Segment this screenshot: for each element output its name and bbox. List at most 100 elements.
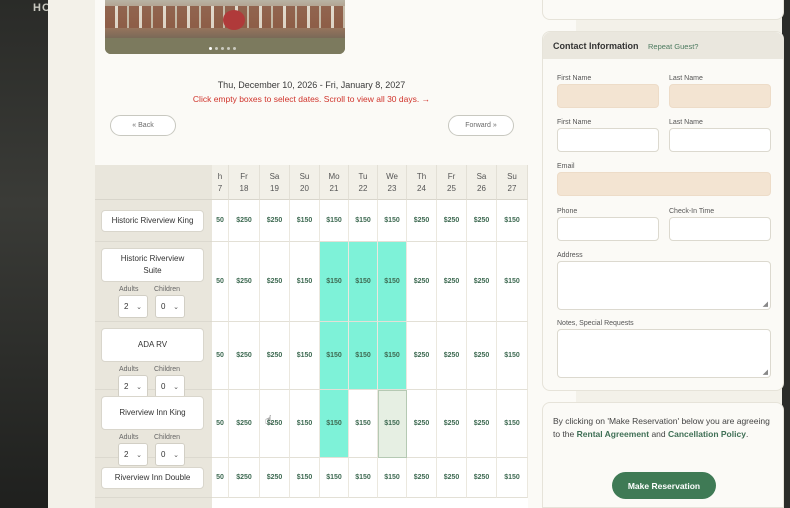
address-textarea[interactable]: ◢ [557, 261, 771, 310]
day-of-week: We [386, 172, 398, 181]
price-cell[interactable]: $150 [290, 390, 320, 458]
make-reservation-button[interactable]: Make Reservation [612, 472, 716, 499]
day-header: Fr 18 [229, 165, 260, 200]
price-cell[interactable]: $150 [320, 242, 349, 322]
children-value: 0 [161, 302, 166, 311]
first-name-input-2[interactable] [557, 128, 659, 152]
price-cell[interactable]: 50 [212, 458, 229, 498]
room-name-button[interactable]: Historic Riverview King [101, 210, 204, 232]
price-cell[interactable]: $250 [407, 242, 437, 322]
checkin-time-input[interactable] [669, 217, 771, 241]
price-cell[interactable]: $150 [349, 390, 378, 458]
price-cell[interactable]: $250 [229, 458, 260, 498]
price-cell[interactable]: $250 [467, 200, 497, 242]
room-row: Riverview Inn King Adults Children 2 ⌄ 0 ⌄ [95, 390, 212, 466]
price-cell[interactable]: $150 [378, 322, 407, 390]
room-name-button[interactable]: Historic Riverview Suite [101, 248, 204, 282]
last-name-input-2[interactable] [669, 128, 771, 152]
children-select[interactable]: 0 ⌄ [155, 295, 185, 318]
price-cell[interactable]: $150 [497, 200, 528, 242]
price-cell[interactable]: $250 [467, 458, 497, 498]
price-cell[interactable]: $150 [349, 200, 378, 242]
price-cell[interactable]: $150 [349, 458, 378, 498]
property-photo [105, 0, 345, 54]
price-cell[interactable]: $250 [437, 322, 467, 390]
price-cell[interactable]: $250 [229, 242, 260, 322]
room-row: Riverview Inn Double [95, 458, 212, 498]
price-cell[interactable]: $250 [260, 200, 290, 242]
back-button[interactable]: « Back [110, 115, 176, 136]
price-cell[interactable]: 50 [212, 200, 229, 242]
price-cell[interactable]: 50 [212, 242, 229, 322]
room-name-button[interactable]: Riverview Inn Double [101, 467, 204, 489]
price-cell[interactable]: $150 [320, 200, 349, 242]
day-date: 19 [270, 184, 279, 193]
price-cell[interactable]: 50 [212, 322, 229, 390]
day-header: Sa 19 [260, 165, 290, 200]
day-date: 24 [417, 184, 426, 193]
price-cell[interactable]: $250 [407, 458, 437, 498]
price-cell[interactable]: $150 [378, 242, 407, 322]
phone-input[interactable] [557, 217, 659, 241]
cancellation-policy-link[interactable]: Cancellation Policy [668, 429, 746, 439]
price-cell[interactable]: $150 [497, 242, 528, 322]
price-cell[interactable]: $250 [437, 242, 467, 322]
price-cell[interactable]: $150 [497, 458, 528, 498]
last-name-label: Last Name [669, 75, 703, 82]
day-header: Tu 22 [349, 165, 378, 200]
carousel-dots[interactable] [209, 47, 236, 50]
day-of-week: Fr [240, 172, 248, 181]
price-cell[interactable]: $250 [229, 322, 260, 390]
price-cell[interactable]: $250 [467, 390, 497, 458]
price-cell[interactable]: $250 [407, 322, 437, 390]
price-cell[interactable]: $150 [497, 322, 528, 390]
notes-textarea[interactable]: ◢ [557, 329, 771, 378]
room-name-button[interactable]: Riverview Inn King [101, 396, 204, 430]
price-cell[interactable]: $150 [290, 458, 320, 498]
price-cell[interactable]: $150 [290, 322, 320, 390]
booking-card: Thu, December 10, 2026 - Fri, January 8,… [95, 0, 576, 508]
price-cell[interactable]: $150 [320, 458, 349, 498]
repeat-guest-link[interactable]: Repeat Guest? [648, 42, 698, 51]
price-cell[interactable]: $150 [290, 242, 320, 322]
price-cell[interactable]: $150 [290, 200, 320, 242]
adults-select[interactable]: 2 ⌄ [118, 295, 148, 318]
first-name-label: First Name [557, 75, 592, 82]
forward-button[interactable]: Forward » [448, 115, 514, 136]
price-cell[interactable]: $250 [260, 242, 290, 322]
first-name-input[interactable] [557, 84, 659, 108]
price-cell[interactable]: $250 [437, 200, 467, 242]
contact-panel: Contact Information Repeat Guest? First … [542, 31, 784, 391]
resize-handle-icon[interactable]: ◢ [763, 300, 768, 308]
price-cell[interactable]: 50 [212, 390, 229, 458]
room-name-button[interactable]: ADA RV [101, 328, 204, 362]
day-header: We 23 [378, 165, 407, 200]
price-cell[interactable]: $250 [467, 242, 497, 322]
price-cell[interactable]: $150 [378, 200, 407, 242]
price-cell[interactable]: $250 [260, 322, 290, 390]
email-input[interactable] [557, 172, 771, 196]
price-cell[interactable]: $250 [229, 200, 260, 242]
price-cell[interactable]: $250 [467, 322, 497, 390]
price-cell[interactable]: $150 [349, 242, 378, 322]
price-cell[interactable]: $250 [229, 390, 260, 458]
price-cell[interactable]: $250 [437, 390, 467, 458]
price-cell[interactable]: $150 [320, 390, 349, 458]
day-header: Su 27 [497, 165, 528, 200]
price-cell[interactable]: $150 [497, 390, 528, 458]
last-name-input[interactable] [669, 84, 771, 108]
rental-agreement-link[interactable]: Rental Agreement [577, 429, 649, 439]
price-cell[interactable]: $150 [378, 390, 407, 458]
day-of-week: Tu [358, 172, 368, 181]
day-date: 27 [507, 184, 517, 193]
price-cell[interactable]: $250 [437, 458, 467, 498]
price-cell[interactable]: $250 [407, 390, 437, 458]
day-columns[interactable]: h 7 Fr 18 Sa 19 Su 20 Mo 21 Tu 22 We 23 Th 24 Fr 25 Sa 26 Su… [212, 165, 528, 508]
resize-handle-icon[interactable]: ◢ [763, 368, 768, 376]
price-cell[interactable]: $150 [378, 458, 407, 498]
terms-and: and [649, 428, 668, 439]
price-cell[interactable]: $150 [349, 322, 378, 390]
price-cell[interactable]: $250 [407, 200, 437, 242]
price-cell[interactable]: $150 [320, 322, 349, 390]
price-cell[interactable]: $250 [260, 458, 290, 498]
